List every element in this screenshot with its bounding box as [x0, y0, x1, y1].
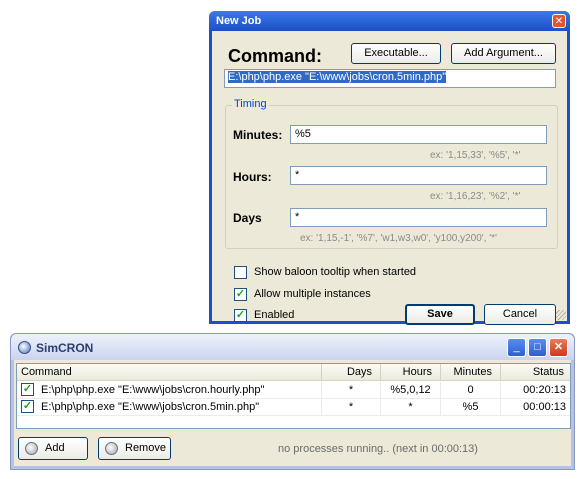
status-text: no processes running.. (next in 00:00:13… [278, 443, 478, 455]
minutes-label: Minutes: [233, 128, 283, 142]
cell-minutes: 0 [441, 382, 501, 398]
days-hint: ex: '1,15,-1', '%7', 'w1,w3,w0', 'y100,y… [300, 233, 497, 244]
remove-button-label: Remove [125, 442, 166, 454]
jobs-list[interactable]: Command Days Hours Minutes Status ✓ E:\p… [16, 363, 571, 429]
close-icon: ✕ [554, 16, 564, 27]
maximize-button[interactable]: □ [528, 338, 547, 357]
app-icon [18, 341, 31, 354]
cell-hours: %5,0,12 [381, 382, 441, 398]
remove-button[interactable]: Remove [98, 437, 171, 460]
minutes-input[interactable]: %5 [290, 125, 547, 144]
window-titlebar[interactable]: SimCRON _ □ ✕ [11, 334, 574, 360]
table-row[interactable]: ✓ E:\php\php.exe "E:\www\jobs\cron.hourl… [17, 382, 570, 398]
remove-icon [105, 442, 118, 455]
cell-hours: * [381, 399, 441, 415]
cell-command: E:\php\php.exe "E:\www\jobs\cron.5min.ph… [37, 399, 322, 415]
minutes-hint: ex: '1,15,33', '%5', '*' [430, 150, 521, 161]
cancel-button[interactable]: Cancel [484, 304, 556, 325]
table-row[interactable]: ✓ E:\php\php.exe "E:\www\jobs\cron.5min.… [17, 399, 570, 415]
checkmark-icon: ✓ [235, 288, 246, 300]
checkmark-icon: ✓ [235, 309, 246, 321]
days-label: Days [233, 211, 262, 225]
command-input-value: E:\php\php.exe "E:\www\jobs\cron.5min.ph… [228, 71, 447, 83]
minimize-button[interactable]: _ [507, 338, 526, 357]
checkbox-label: Allow multiple instances [254, 288, 371, 300]
minimize-icon: _ [513, 341, 520, 353]
row-checkbox[interactable]: ✓ [21, 400, 34, 413]
column-header-hours[interactable]: Hours [381, 364, 441, 381]
timing-legend: Timing [232, 98, 269, 110]
new-job-dialog: New Job ✕ Command: Executable... Add Arg… [209, 11, 570, 325]
row-divider [17, 415, 570, 416]
command-label: Command: [228, 46, 322, 66]
checkbox-box[interactable]: ✓ [234, 309, 247, 322]
add-button[interactable]: Add [18, 437, 88, 460]
column-header-minutes[interactable]: Minutes [441, 364, 501, 381]
add-argument-button[interactable]: Add Argument... [451, 43, 556, 64]
days-input[interactable]: * [290, 208, 547, 227]
simcron-window: SimCRON _ □ ✕ Command Days Hours Minutes… [10, 333, 575, 470]
dialog-body: Command: Executable... Add Argument... E… [212, 31, 567, 325]
checkmark-icon: ✓ [22, 400, 33, 412]
cell-status: 00:00:13 [523, 401, 566, 413]
hours-input[interactable]: * [290, 166, 547, 185]
add-icon [25, 442, 38, 455]
window-body: Command Days Hours Minutes Status ✓ E:\p… [14, 360, 571, 466]
checkbox-box[interactable]: ✓ [234, 288, 247, 301]
executable-button[interactable]: Executable... [351, 43, 441, 64]
maximize-icon: □ [534, 341, 541, 353]
cell-status: 00:20:13 [523, 384, 566, 396]
checkbox-box[interactable] [234, 266, 247, 279]
window-title: SimCRON [36, 341, 94, 355]
checkbox-label: Enabled [254, 309, 295, 321]
column-header-command[interactable]: Command [17, 364, 322, 381]
checkbox-label: Show baloon tooltip when started [254, 266, 417, 278]
save-button[interactable]: Save [405, 304, 475, 325]
cell-days: * [322, 399, 381, 415]
add-button-label: Add [45, 442, 65, 454]
close-button[interactable]: ✕ [549, 338, 568, 357]
cell-days: * [322, 382, 381, 398]
cell-command: E:\php\php.exe "E:\www\jobs\cron.hourly.… [37, 382, 322, 398]
hours-hint: ex: '1,16,23', '%2', '*' [430, 191, 521, 202]
column-header-days[interactable]: Days [322, 364, 381, 381]
cell-minutes: %5 [441, 399, 501, 415]
dialog-titlebar[interactable]: New Job ✕ [209, 11, 570, 31]
checkmark-icon: ✓ [22, 383, 33, 395]
dialog-title: New Job [216, 15, 262, 27]
hours-label: Hours: [233, 170, 272, 184]
row-checkbox[interactable]: ✓ [21, 383, 34, 396]
resize-grip[interactable] [556, 310, 566, 320]
dialog-close-button[interactable]: ✕ [552, 14, 566, 28]
close-icon: ✕ [553, 341, 564, 353]
column-header-status[interactable]: Status [501, 364, 570, 381]
command-input[interactable]: E:\php\php.exe "E:\www\jobs\cron.5min.ph… [224, 69, 556, 88]
